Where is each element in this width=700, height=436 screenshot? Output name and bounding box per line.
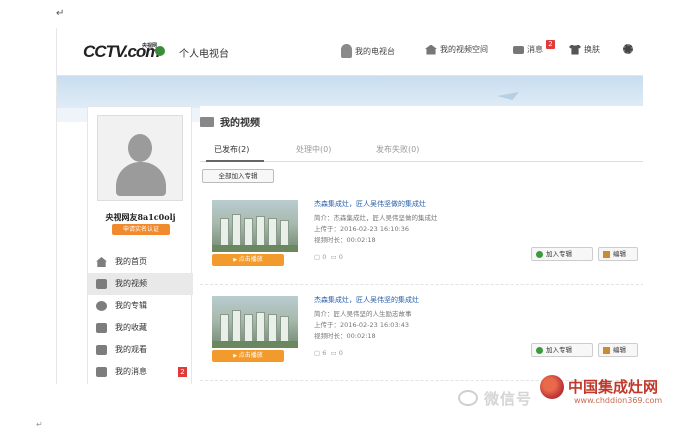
collect-icon xyxy=(96,323,107,333)
sidebar-item-watched[interactable]: 我的观看 xyxy=(88,339,193,361)
document-page: ↵ ↵ CCTV.com 央视网 个人电视台 我的电视台 我的视频空间 消息 2 xyxy=(0,0,700,436)
reel-icon xyxy=(96,301,107,311)
video-icon xyxy=(96,279,107,289)
section-title-text: 我的视频 xyxy=(220,118,260,129)
video-title-link[interactable]: 杰森集成灶，匠人吴伟坚做的集成灶 xyxy=(314,199,426,209)
video-title-link[interactable]: 杰森集成灶，匠人吴伟坚的集成灶 xyxy=(314,295,419,305)
wechat-watermark-text: 微信号 xyxy=(484,389,533,408)
video-intro: 简介：杰森集成灶，匠人吴伟坚做的集成灶 xyxy=(314,214,438,222)
sidebar-item-label: 我的视频 xyxy=(115,279,147,288)
play-button[interactable]: 点击播放 xyxy=(212,254,284,266)
comment-count: 0 xyxy=(338,349,343,357)
sidebar-item-home[interactable]: 我的首页 xyxy=(88,251,193,273)
person-icon xyxy=(341,44,352,58)
comment-icon: ▭ xyxy=(328,253,337,261)
brand-url: www.chddion369.com xyxy=(574,396,663,405)
nav-change-skin[interactable]: 换肤 xyxy=(569,44,600,55)
edit-button[interactable]: 编辑 xyxy=(598,343,638,357)
tab-published[interactable]: 已发布(2) xyxy=(214,144,249,155)
brand-logo-icon xyxy=(540,375,564,399)
screenshot-frame: CCTV.com 央视网 个人电视台 我的电视台 我的视频空间 消息 2 换肤 xyxy=(56,28,643,384)
site-title: 个人电视台 xyxy=(179,49,229,60)
sidebar-item-albums[interactable]: 我的专辑 xyxy=(88,295,193,317)
message-count-badge: 2 xyxy=(546,40,555,49)
gear-icon xyxy=(623,44,633,54)
comment-count: 0 xyxy=(338,253,343,261)
sidebar-item-label: 我的专辑 xyxy=(115,301,147,310)
nav-messages-label: 消息 xyxy=(527,45,543,54)
video-duration: 视频时长：00:02:18 xyxy=(314,236,376,244)
video-duration: 视频时长：00:02:18 xyxy=(314,332,376,340)
top-bar: CCTV.com 央视网 个人电视台 我的电视台 我的视频空间 消息 2 换肤 xyxy=(57,28,643,76)
verify-button[interactable]: 申请实名认证 xyxy=(112,224,170,235)
wechat-watermark: 微信号 xyxy=(458,383,532,413)
nav-change-skin-label: 换肤 xyxy=(584,45,600,54)
sidebar-item-label: 我的首页 xyxy=(115,257,147,266)
tab-processing[interactable]: 处理中(0) xyxy=(296,144,331,155)
active-tab-indicator xyxy=(206,160,264,162)
video-row: 点击播放 杰森集成灶，匠人吴伟坚的集成灶 简介：匠人吴伟坚的人生励志故事 上传于… xyxy=(200,286,643,381)
video-row: 点击播放 杰森集成灶，匠人吴伟坚做的集成灶 简介：杰森集成灶，匠人吴伟坚做的集成… xyxy=(200,190,643,285)
nav-my-space-label: 我的视频空间 xyxy=(440,45,488,54)
view-count: 0 xyxy=(322,253,327,261)
message-icon xyxy=(96,367,107,377)
section-title: 我的视频 xyxy=(200,114,260,129)
watch-icon xyxy=(96,345,107,355)
edit-button[interactable]: 编辑 xyxy=(598,247,638,261)
site-logo-icon xyxy=(155,46,165,56)
video-intro: 简介：匠人吴伟坚的人生励志故事 xyxy=(314,310,412,318)
video-stats: ▢ 6 ▭ 0 xyxy=(314,349,343,357)
sidebar-item-label: 我的收藏 xyxy=(115,323,147,332)
nav-settings[interactable] xyxy=(623,44,633,54)
folder-icon xyxy=(200,116,214,127)
avatar-head-shape xyxy=(128,134,152,162)
sidebar-item-collection[interactable]: 我的收藏 xyxy=(88,317,193,339)
sidebar-item-messages[interactable]: 我的消息 2 xyxy=(88,361,193,383)
comment-icon: ▭ xyxy=(328,349,337,357)
brand-name: 中国集成灶网 xyxy=(568,378,659,396)
wechat-icon xyxy=(458,390,478,406)
add-all-to-album-button[interactable]: 全部加入专辑 xyxy=(202,169,274,183)
nav-my-tv[interactable]: 我的电视台 xyxy=(341,44,395,58)
video-stats: ▢ 0 ▭ 0 xyxy=(314,253,343,261)
avatar-body-shape xyxy=(116,162,166,196)
shirt-icon xyxy=(569,44,581,55)
add-to-album-button[interactable]: 加入专辑 xyxy=(531,343,593,357)
sidebar-menu: 我的首页 我的视频 我的专辑 我的收藏 我的观看 我的消息 2 xyxy=(88,251,193,383)
video-thumbnail[interactable] xyxy=(212,296,298,348)
main-panel: 我的视频 已发布(2) 处理中(0) 发布失败(0) 全部加入专辑 点击播放 杰… xyxy=(200,106,643,384)
nav-my-tv-label: 我的电视台 xyxy=(355,46,395,56)
paragraph-mark: ↵ xyxy=(56,8,65,19)
avatar[interactable] xyxy=(97,115,183,201)
tab-failed[interactable]: 发布失败(0) xyxy=(376,144,419,155)
sidebar-item-videos[interactable]: 我的视频 xyxy=(88,273,193,295)
video-upload-time: 上传于：2016-02-23 16:03:43 xyxy=(314,321,410,329)
view-count: 6 xyxy=(322,349,327,357)
add-to-album-button[interactable]: 加入专辑 xyxy=(531,247,593,261)
video-tabs: 已发布(2) 处理中(0) 发布失败(0) xyxy=(200,138,643,162)
video-thumbnail[interactable] xyxy=(212,200,298,252)
bottom-paragraph-mark: ↵ xyxy=(36,420,43,429)
username: 央视网友8a1c0olj xyxy=(105,212,176,222)
video-upload-time: 上传于：2016-02-23 16:10:36 xyxy=(314,225,410,233)
home-icon xyxy=(96,257,107,267)
sidebar-message-badge: 2 xyxy=(178,367,187,377)
nav-messages[interactable]: 消息 xyxy=(513,44,543,55)
sidebar-item-label: 我的消息 xyxy=(115,367,147,376)
house-icon xyxy=(425,44,437,55)
nav-my-space[interactable]: 我的视频空间 xyxy=(425,44,488,55)
mail-icon xyxy=(513,45,524,54)
view-icon: ▢ xyxy=(314,349,321,357)
view-icon: ▢ xyxy=(314,253,321,261)
play-button[interactable]: 点击播放 xyxy=(212,350,284,362)
sidebar-item-label: 我的观看 xyxy=(115,345,147,354)
sidebar: 央视网友8a1c0olj 申请实名认证 我的首页 我的视频 我的专辑 我的收藏 xyxy=(87,106,193,384)
